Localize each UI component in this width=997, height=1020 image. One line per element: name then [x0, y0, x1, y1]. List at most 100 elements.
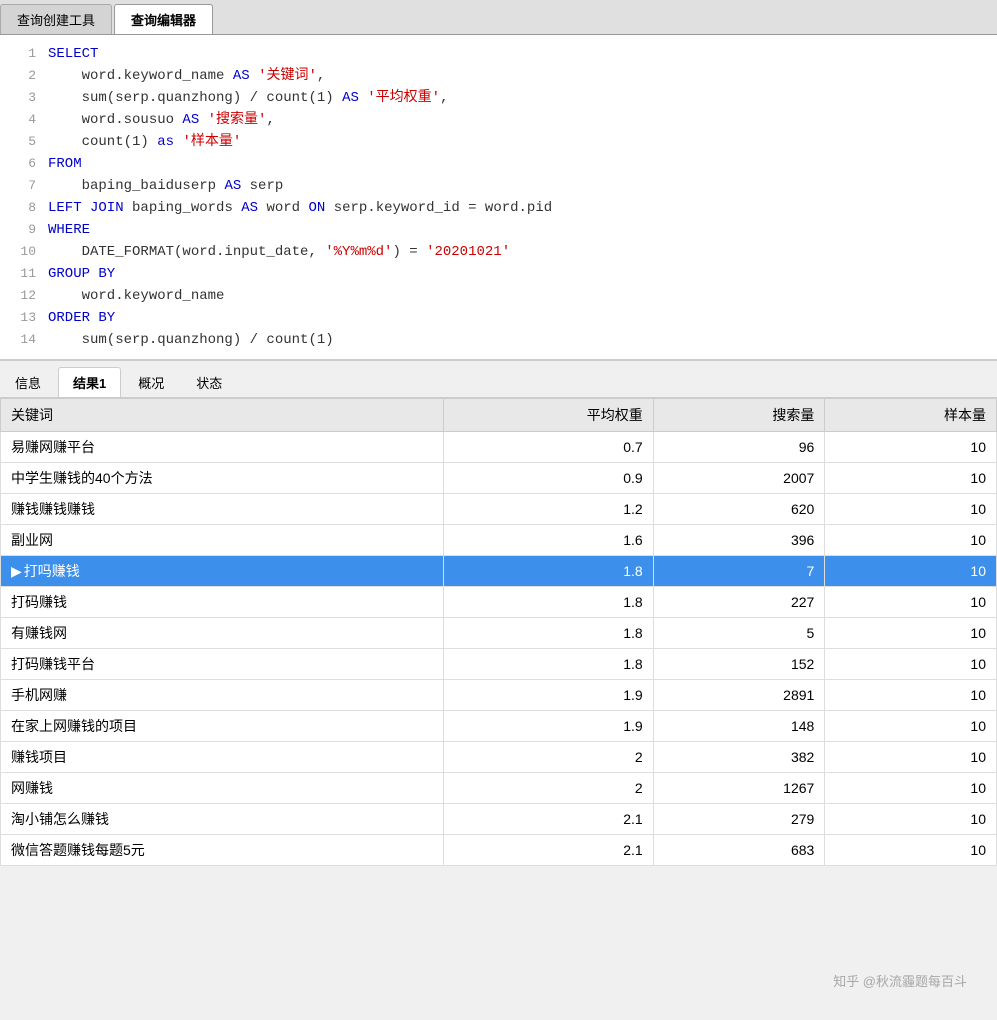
cell-keyword: 打码赚钱平台: [1, 649, 444, 680]
cell-avg-weight: 1.2: [443, 494, 653, 525]
code-line: 4 word.sousuo AS '搜索量',: [0, 109, 997, 131]
code-text: LEFT JOIN baping_words AS word ON serp.k…: [48, 197, 552, 219]
cell-avg-weight: 1.8: [443, 618, 653, 649]
table-row[interactable]: 赚钱项目238210: [1, 742, 997, 773]
code-text: ORDER BY: [48, 307, 115, 329]
cell-search-vol: 1267: [653, 773, 825, 804]
cell-search-vol: 2007: [653, 463, 825, 494]
watermark: 知乎 @秋流霾题每百斗: [833, 971, 967, 990]
table-row[interactable]: ▶打吗赚钱1.8710: [1, 556, 997, 587]
code-editor[interactable]: 1SELECT2 word.keyword_name AS '关键词',3 su…: [0, 35, 997, 361]
cell-keyword: 微信答题赚钱每题5元: [1, 835, 444, 866]
code-text: SELECT: [48, 43, 98, 65]
code-line: 3 sum(serp.quanzhong) / count(1) AS '平均权…: [0, 87, 997, 109]
code-text: FROM: [48, 153, 82, 175]
cell-sample: 10: [825, 525, 997, 556]
cell-sample: 10: [825, 587, 997, 618]
top-tab-bar: 查询创建工具 查询编辑器: [0, 0, 997, 35]
code-text: GROUP BY: [48, 263, 115, 285]
cell-keyword: 赚钱项目: [1, 742, 444, 773]
cell-avg-weight: 2.1: [443, 835, 653, 866]
code-text: word.keyword_name AS '关键词',: [48, 65, 325, 87]
cell-avg-weight: 1.8: [443, 587, 653, 618]
cell-search-vol: 152: [653, 649, 825, 680]
result-tab-bar: 信息 结果1 概况 状态: [0, 361, 997, 398]
code-line: 12 word.keyword_name: [0, 285, 997, 307]
cell-keyword: 手机网赚: [1, 680, 444, 711]
table-row[interactable]: 赚钱赚钱赚钱1.262010: [1, 494, 997, 525]
cell-search-vol: 279: [653, 804, 825, 835]
cell-sample: 10: [825, 680, 997, 711]
line-number: 7: [8, 175, 36, 197]
cell-avg-weight: 1.9: [443, 711, 653, 742]
tab-overview[interactable]: 概况: [123, 367, 179, 397]
line-number: 8: [8, 197, 36, 219]
line-number: 10: [8, 241, 36, 263]
cell-keyword: 中学生赚钱的40个方法: [1, 463, 444, 494]
tab-info[interactable]: 信息: [0, 367, 56, 397]
code-text: word.keyword_name: [48, 285, 224, 307]
tab-result1[interactable]: 结果1: [58, 367, 121, 397]
code-text: DATE_FORMAT(word.input_date, '%Y%m%d') =…: [48, 241, 510, 263]
table-row[interactable]: 淘小铺怎么赚钱2.127910: [1, 804, 997, 835]
cell-sample: 10: [825, 649, 997, 680]
code-line: 10 DATE_FORMAT(word.input_date, '%Y%m%d'…: [0, 241, 997, 263]
cell-sample: 10: [825, 432, 997, 463]
col-keyword: 关键词: [1, 399, 444, 432]
table-row[interactable]: 易赚网赚平台0.79610: [1, 432, 997, 463]
cell-keyword: 有赚钱网: [1, 618, 444, 649]
line-number: 13: [8, 307, 36, 329]
cell-search-vol: 382: [653, 742, 825, 773]
cell-sample: 10: [825, 835, 997, 866]
line-number: 5: [8, 131, 36, 153]
cell-search-vol: 5: [653, 618, 825, 649]
cell-avg-weight: 0.7: [443, 432, 653, 463]
line-number: 12: [8, 285, 36, 307]
table-row[interactable]: 微信答题赚钱每题5元2.168310: [1, 835, 997, 866]
cell-sample: 10: [825, 742, 997, 773]
tab-query-editor[interactable]: 查询编辑器: [114, 4, 213, 34]
tab-query-builder[interactable]: 查询创建工具: [0, 4, 112, 34]
cell-search-vol: 227: [653, 587, 825, 618]
cell-sample: 10: [825, 463, 997, 494]
table-row[interactable]: 网赚钱2126710: [1, 773, 997, 804]
line-number: 1: [8, 43, 36, 65]
cell-search-vol: 7: [653, 556, 825, 587]
table-row[interactable]: 打码赚钱1.822710: [1, 587, 997, 618]
cell-avg-weight: 2.1: [443, 804, 653, 835]
table-row[interactable]: 手机网赚1.9289110: [1, 680, 997, 711]
line-number: 3: [8, 87, 36, 109]
cell-avg-weight: 2: [443, 742, 653, 773]
cell-search-vol: 683: [653, 835, 825, 866]
code-line: 13 ORDER BY: [0, 307, 997, 329]
cell-avg-weight: 0.9: [443, 463, 653, 494]
table-header: 关键词 平均权重 搜索量 样本量: [1, 399, 997, 432]
code-line: 2 word.keyword_name AS '关键词',: [0, 65, 997, 87]
cell-keyword: 网赚钱: [1, 773, 444, 804]
cell-avg-weight: 1.9: [443, 680, 653, 711]
line-number: 9: [8, 219, 36, 241]
cell-keyword: 打码赚钱: [1, 587, 444, 618]
code-line: 5 count(1) as '样本量': [0, 131, 997, 153]
code-text: baping_baiduserp AS serp: [48, 175, 283, 197]
code-line: 6FROM: [0, 153, 997, 175]
cell-search-vol: 96: [653, 432, 825, 463]
cell-keyword: 淘小铺怎么赚钱: [1, 804, 444, 835]
cell-keyword: 易赚网赚平台: [1, 432, 444, 463]
table-row[interactable]: 副业网1.639610: [1, 525, 997, 556]
code-line: 14 sum(serp.quanzhong) / count(1): [0, 329, 997, 351]
code-line: 1 SELECT: [0, 43, 997, 65]
table-row[interactable]: 打码赚钱平台1.815210: [1, 649, 997, 680]
row-indicator: ▶: [11, 563, 22, 580]
code-text: count(1) as '样本量': [48, 131, 241, 153]
tab-status[interactable]: 状态: [181, 367, 237, 397]
result-table-wrapper: 关键词 平均权重 搜索量 样本量 易赚网赚平台0.79610中学生赚钱的40个方…: [0, 398, 997, 866]
cell-sample: 10: [825, 804, 997, 835]
table-row[interactable]: 中学生赚钱的40个方法0.9200710: [1, 463, 997, 494]
table-row[interactable]: 有赚钱网1.8510: [1, 618, 997, 649]
cell-search-vol: 2891: [653, 680, 825, 711]
code-line: 7 baping_baiduserp AS serp: [0, 175, 997, 197]
table-row[interactable]: 在家上网赚钱的项目1.914810: [1, 711, 997, 742]
cell-sample: 10: [825, 618, 997, 649]
line-number: 2: [8, 65, 36, 87]
